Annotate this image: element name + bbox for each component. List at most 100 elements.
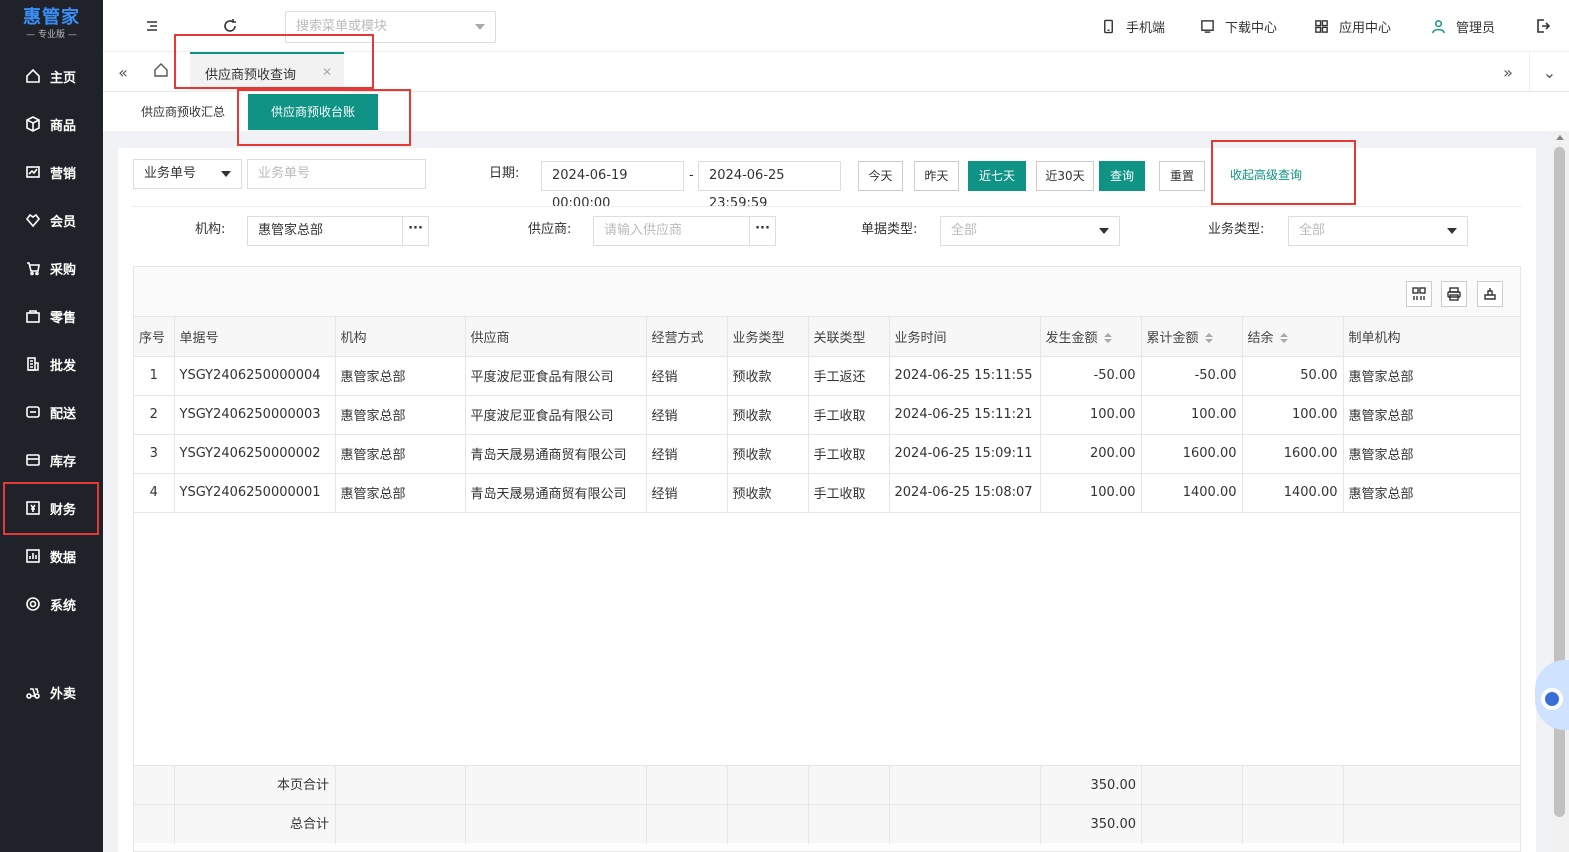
table-cell: 平度波尼亚食品有限公司 [465, 395, 647, 435]
table-row[interactable]: 3 YSGY2406250000002 惠管家总部 青岛天晟易通商贸有限公司 经销 预收款… [134, 434, 1520, 474]
yesterday-button[interactable]: 昨天 [914, 161, 959, 191]
menu-search-input[interactable]: 搜索菜单或模块 [285, 11, 496, 43]
table-cell: 1400.00 [1141, 473, 1243, 513]
tabs-bar: « 供应商预收查询 ✕ » ⌄ [103, 52, 1569, 92]
col-header-creator-org: 制单机构 [1343, 317, 1520, 357]
sidebar-item-home[interactable]: 主页 [0, 56, 103, 96]
sort-icon[interactable] [1103, 333, 1112, 344]
doc-type-select[interactable]: 业务单号 [133, 159, 242, 189]
tab-supplier-prepayment-query[interactable]: 供应商预收查询 ✕ [190, 52, 344, 92]
sidebar-item-member[interactable]: 会员 [0, 200, 103, 240]
subtab-summary[interactable]: 供应商预收汇总 [127, 94, 239, 130]
table-cell: 经销 [646, 473, 728, 513]
supplier-input[interactable]: 请输入供应商 ··· [593, 216, 776, 246]
topbar: 搜索菜单或模块 手机端 下载中心 应用中心 管理员 [103, 0, 1569, 52]
columns-icon[interactable] [1406, 281, 1432, 307]
chevron-down-icon [475, 24, 485, 30]
col-header-supplier: 供应商 [465, 317, 647, 357]
table-cell: 2024-06-25 15:11:21 [889, 395, 1041, 435]
sidebar-item-finance[interactable]: 财务 [0, 488, 103, 528]
sort-icon[interactable] [1204, 333, 1213, 344]
truck-icon [24, 403, 42, 421]
page-total-amount: 350.00 [1041, 766, 1142, 805]
user-menu[interactable]: 管理员 [1431, 17, 1495, 36]
last-7-days-button[interactable]: 近七天 [968, 161, 1026, 191]
table-cell: 青岛天晟易通商贸有限公司 [465, 473, 647, 513]
table-cell: 2024-06-25 15:08:07 [889, 473, 1041, 513]
doctype-select[interactable]: 全部 [940, 216, 1120, 246]
print-icon[interactable] [1441, 281, 1467, 307]
refresh-icon[interactable] [220, 16, 240, 36]
table-cell: 1400.00 [1242, 473, 1344, 513]
supplier-picker-button[interactable]: ··· [749, 217, 775, 245]
date-end-input[interactable]: 2024-06-25 23:59:59 [698, 161, 841, 211]
table-cell: 经销 [646, 434, 728, 474]
subtabs: 供应商预收汇总 供应商预收台账 [103, 92, 1569, 131]
date-separator: - [689, 168, 694, 183]
export-icon[interactable] [1477, 281, 1503, 307]
building-icon [24, 355, 42, 373]
table-row[interactable]: 2 YSGY2406250000003 惠管家总部 平度波尼亚食品有限公司 经销 预收款手… [134, 395, 1520, 435]
org-input[interactable]: 惠管家总部 ··· [247, 216, 429, 246]
sidebar-item-system[interactable]: 系统 [0, 584, 103, 624]
ledger-table: 序号 单据号 机构 供应商 经营方式 业务类型 关联类型 业务时间 发生金额 累… [133, 266, 1521, 852]
reset-button[interactable]: 重置 [1159, 161, 1205, 191]
mobile-link[interactable]: 手机端 [1101, 17, 1165, 36]
sidebar-item-data[interactable]: 数据 [0, 536, 103, 576]
col-header-balance[interactable]: 结余 [1242, 317, 1344, 357]
table-cell: 平度波尼亚食品有限公司 [465, 356, 647, 396]
sidebar-item-takeout[interactable]: 外卖 [0, 672, 103, 712]
home-icon [24, 67, 42, 85]
query-button[interactable]: 查询 [1099, 161, 1145, 191]
table-cell: 1600.00 [1242, 434, 1344, 474]
sort-icon[interactable] [1279, 333, 1288, 344]
collapse-advanced-query-link[interactable]: 收起高级查询 [1230, 160, 1302, 190]
home-tab-icon[interactable] [153, 62, 173, 82]
tabs-menu-chevron-icon[interactable]: ⌄ [1529, 52, 1569, 92]
sidebar-item-retail[interactable]: 零售 [0, 296, 103, 336]
menu-toggle-icon[interactable] [142, 16, 162, 36]
col-header-mode: 经营方式 [646, 317, 728, 357]
page-scrollbar[interactable] [1551, 131, 1569, 852]
col-header-doc-no: 单据号 [174, 317, 336, 357]
doctype-label: 单据类型: [861, 222, 918, 237]
table-cell: YSGY2406250000002 [174, 434, 336, 474]
sidebar-item-delivery[interactable]: 配送 [0, 392, 103, 432]
sidebar-item-marketing[interactable]: 营销 [0, 152, 103, 192]
date-start-input[interactable]: 2024-06-19 00:00:00 [541, 161, 684, 211]
app-center-link[interactable]: 应用中心 [1314, 17, 1391, 36]
bag-icon [24, 307, 42, 325]
org-picker-button[interactable]: ··· [402, 217, 428, 245]
assistant-float-button[interactable] [1535, 660, 1569, 730]
page-total-row: 本页合计 350.00 [134, 765, 1520, 805]
table-cell: 100.00 [1040, 395, 1142, 435]
sidebar-item-inventory[interactable]: 库存 [0, 440, 103, 480]
sidebar-item-wholesale[interactable]: 批发 [0, 344, 103, 384]
table-row[interactable]: 4 YSGY2406250000001 惠管家总部 青岛天晟易通商贸有限公司 经销 预收款… [134, 473, 1520, 513]
today-button[interactable]: 今天 [858, 161, 903, 191]
chart-icon [24, 163, 42, 181]
biztype-select[interactable]: 全部 [1288, 216, 1468, 246]
table-row[interactable]: 1 YSGY2406250000004 惠管家总部 平度波尼亚食品有限公司 经销 预收款手… [134, 356, 1520, 396]
sidebar-item-goods[interactable]: 商品 [0, 104, 103, 144]
delivery-icon [24, 683, 42, 701]
tabs-scroll-right-icon[interactable]: » [1488, 52, 1528, 92]
doc-number-input[interactable]: 业务单号 [247, 159, 426, 189]
close-icon[interactable]: ✕ [322, 65, 332, 79]
col-header-cumulative[interactable]: 累计金额 [1141, 317, 1243, 357]
table-cell: -50.00 [1141, 356, 1243, 396]
table-cell: 4 [134, 473, 175, 513]
last-30-days-button[interactable]: 近30天 [1036, 161, 1094, 191]
download-center-link[interactable]: 下载中心 [1200, 17, 1277, 36]
sidebar-item-purchase[interactable]: 采购 [0, 248, 103, 288]
col-header-amount[interactable]: 发生金额 [1040, 317, 1142, 357]
tabs-scroll-left-icon[interactable]: « [103, 52, 143, 92]
table-cell: 200.00 [1040, 434, 1142, 474]
logout-icon[interactable] [1533, 16, 1553, 36]
table-cell: 青岛天晟易通商贸有限公司 [465, 434, 647, 474]
data-icon [24, 547, 42, 565]
table-cell: 2024-06-25 15:09:11 [889, 434, 1041, 474]
mobile-icon [1104, 19, 1113, 34]
subtab-ledger[interactable]: 供应商预收台账 [248, 94, 378, 130]
scroll-up-icon[interactable] [1556, 135, 1564, 140]
